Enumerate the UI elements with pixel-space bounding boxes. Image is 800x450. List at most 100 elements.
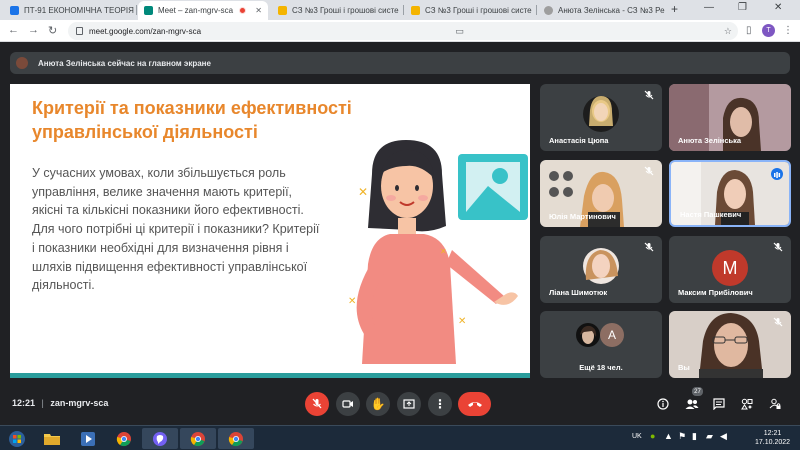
activities-button[interactable]: [739, 396, 755, 412]
more-participants-tile[interactable]: A Ещё 18 чел.: [540, 311, 662, 378]
media-play-icon: [81, 431, 95, 446]
minimize-window-icon[interactable]: —: [704, 2, 714, 13]
volume-icon[interactable]: ◀: [720, 431, 727, 442]
mic-off-icon: [644, 90, 654, 100]
recording-indicator-icon: [239, 7, 247, 14]
host-controls-button[interactable]: [767, 396, 783, 412]
meeting-code: zan-mgrv-sca: [50, 398, 109, 408]
browser-toolbar: ← → ↻ meet.google.com/zan-mgrv-sca ▭ ☆ ▯…: [0, 20, 800, 42]
leave-call-button[interactable]: [458, 392, 491, 416]
back-icon[interactable]: ←: [8, 24, 19, 36]
tray-expand-icon[interactable]: ▲: [664, 431, 673, 441]
browser-tab-3[interactable]: СЗ №3 Гроші і грошові систе ✕: [272, 1, 402, 20]
hand-icon: ✋: [370, 397, 386, 411]
tray-app-icon[interactable]: ●: [650, 431, 655, 441]
restore-window-icon[interactable]: ❐: [738, 2, 747, 13]
video-camera-icon: [342, 400, 353, 408]
browser-tab-1[interactable]: ПТ-91 ЕКОНОМІЧНА ТЕОРІЯ ✕: [4, 1, 134, 20]
close-tab-icon[interactable]: ✕: [665, 6, 669, 15]
taskbar-media-player[interactable]: [70, 428, 106, 449]
close-tab-icon[interactable]: ✕: [252, 6, 262, 15]
taskbar-chrome-window-2[interactable]: [218, 428, 254, 449]
browser-tab-4[interactable]: СЗ №3 Гроші і грошові систе ✕: [405, 1, 535, 20]
chat-icon: [713, 398, 725, 410]
participant-tile[interactable]: Юлія Мартинович: [540, 160, 662, 227]
chrome-icon: [116, 431, 131, 446]
taskbar-chrome-window[interactable]: [180, 428, 216, 449]
tab-title: СЗ №3 Гроші і грошові систе: [292, 6, 399, 15]
participant-photo-avatar: [576, 323, 600, 347]
lock-person-icon: [769, 398, 781, 409]
svg-text:✕: ✕: [440, 247, 447, 256]
microphone-toggle-button[interactable]: [305, 392, 329, 416]
slides-favicon-icon: [411, 6, 420, 15]
battery-icon[interactable]: ▮: [692, 431, 697, 442]
avatar-initial: A: [607, 328, 616, 342]
raise-hand-button[interactable]: ✋: [366, 392, 390, 416]
taskbar-viber[interactable]: [142, 428, 178, 449]
slide-footer-bar: [10, 373, 530, 378]
reload-icon[interactable]: ↻: [48, 24, 57, 37]
chat-button[interactable]: [711, 396, 727, 412]
participant-name: Анастасія Цюпа: [549, 136, 609, 145]
slide-body-text: У сучасних умовах, коли збільшується рол…: [32, 166, 320, 293]
participant-count-badge: 27: [692, 387, 703, 396]
forward-icon[interactable]: →: [28, 24, 39, 36]
keyboard-language[interactable]: UK: [632, 433, 642, 440]
present-screen-icon: [403, 399, 415, 409]
system-clock[interactable]: 12:21 17.10.2022: [755, 429, 790, 447]
new-tab-button[interactable]: +: [671, 2, 678, 16]
participant-tile-active-speaker[interactable]: Настя Пашкевич: [669, 160, 791, 227]
tab-title: СЗ №3 Гроші і грошові систе: [425, 6, 532, 15]
participant-name: Анюта Зелінська: [678, 136, 742, 145]
activities-shapes-icon: [741, 398, 753, 410]
people-icon: [685, 399, 699, 409]
more-menu-icon[interactable]: ⋮: [783, 25, 793, 36]
globe-favicon-icon: [544, 6, 553, 15]
present-screen-button[interactable]: [397, 392, 421, 416]
viber-icon: [153, 431, 167, 446]
participant-tile[interactable]: Ліана Шимотюк: [540, 236, 662, 303]
classroom-favicon-icon: [10, 6, 19, 15]
browser-tab-2[interactable]: Meet – zan-mgrv-sca ✕: [138, 1, 268, 20]
participant-name: Максим Прибілович: [678, 288, 753, 297]
presenter-banner: Анюта Зелінська сейчас на главном экране: [10, 52, 790, 74]
profile-initial: T: [766, 27, 771, 34]
close-window-icon[interactable]: ✕: [774, 2, 782, 13]
meet-favicon-icon: [144, 6, 153, 15]
bookmark-star-icon[interactable]: ☆: [724, 26, 732, 37]
presenter-illustration: ✕ ✕ ✕ ✕: [348, 140, 528, 364]
mic-off-icon: [644, 242, 654, 252]
svg-text:✕: ✕: [358, 185, 368, 199]
more-options-button[interactable]: ⋮: [428, 392, 452, 416]
profile-avatar[interactable]: T: [762, 24, 775, 37]
camera-permission-icon[interactable]: ▭: [455, 26, 464, 37]
info-icon: [657, 398, 669, 410]
clock-text: 12:21: [12, 398, 36, 408]
taskbar-chrome[interactable]: [106, 428, 142, 449]
folder-icon: [44, 433, 60, 445]
self-view-tile[interactable]: Вы: [669, 311, 791, 378]
participant-tile[interactable]: Анюта Зелінська: [669, 84, 791, 151]
lock-icon: [76, 27, 83, 35]
close-tab-icon[interactable]: ✕: [399, 6, 403, 15]
presenter-avatar: [16, 57, 28, 69]
participants-button[interactable]: [684, 396, 700, 412]
browser-tab-5[interactable]: Анюта Зелінська - СЗ №3 Ре ✕: [538, 1, 668, 20]
start-button[interactable]: [2, 428, 32, 449]
taskbar-file-explorer[interactable]: [34, 428, 70, 449]
close-tab-icon[interactable]: ✕: [532, 6, 536, 15]
network-icon[interactable]: ▰: [706, 431, 713, 442]
participant-tile[interactable]: M Максим Прибілович: [669, 236, 791, 303]
tab-title: ПТ-91 ЕКОНОМІЧНА ТЕОРІЯ: [24, 6, 134, 15]
address-bar[interactable]: meet.google.com/zan-mgrv-sca ▭ ☆: [68, 22, 738, 40]
sidebar-panel-icon[interactable]: ▯: [746, 25, 752, 36]
participant-initial-avatar: M: [712, 250, 748, 286]
participant-tile[interactable]: Анастасія Цюпа: [540, 84, 662, 151]
shared-screen: Критерії та показники ефективності управ…: [10, 84, 530, 378]
end-call-icon: [467, 402, 482, 407]
meeting-details-button[interactable]: [655, 396, 671, 412]
chrome-icon: [190, 431, 205, 446]
flag-icon[interactable]: ⚑: [678, 431, 686, 442]
camera-toggle-button[interactable]: [336, 392, 360, 416]
